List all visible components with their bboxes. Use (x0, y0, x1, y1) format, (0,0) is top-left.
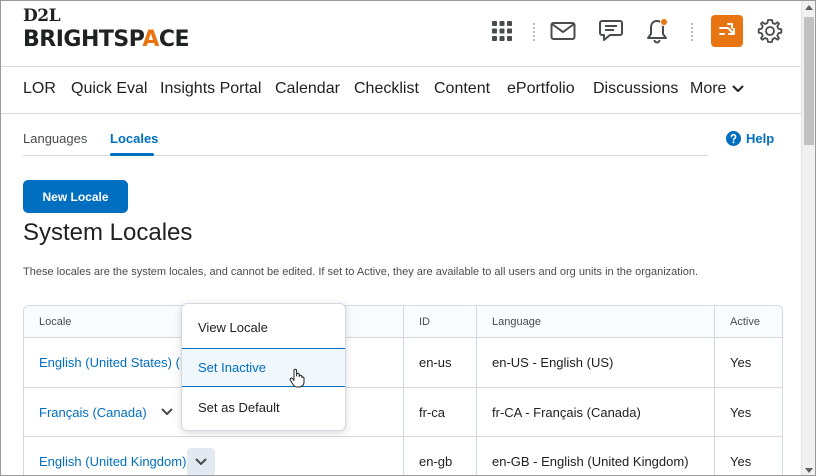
hand-cursor-icon (289, 368, 305, 388)
help-link[interactable]: Help (726, 131, 774, 146)
tab-list: Languages Locales (23, 114, 708, 156)
table-row-locale: English (United Kingdom) (24, 437, 404, 475)
nav-item-calendar[interactable]: Calendar (275, 80, 340, 98)
table-cell-language: en-GB - English (United Kingdom) (477, 437, 715, 475)
nav-item-content[interactable]: Content (434, 80, 490, 98)
locale-link[interactable]: English (United States) (D (39, 355, 189, 370)
bell-icon[interactable] (641, 15, 673, 47)
tab-languages[interactable]: Languages (23, 131, 87, 146)
grid-icon[interactable] (486, 15, 518, 47)
table-cell-id: en-us (404, 338, 477, 388)
nav-item-lor[interactable]: LOR (23, 80, 56, 98)
table-cell-id: en-gb (404, 437, 477, 475)
chat-icon[interactable] (594, 15, 626, 47)
help-icon (726, 131, 741, 146)
new-locale-button[interactable]: New Locale (23, 180, 128, 213)
help-label: Help (746, 131, 775, 146)
scroll-down-icon[interactable] (805, 468, 813, 473)
scroll-up-icon[interactable] (805, 5, 813, 10)
table-cell-active: Yes (715, 338, 782, 388)
column-header-id: ID (404, 306, 477, 338)
browser-frame: D2L BRIGHTSPACE LOR Quick Eval Insights … (0, 0, 816, 476)
switch-role-icon[interactable] (711, 15, 743, 47)
table-cell-language: en-US - English (US) (477, 338, 715, 388)
gear-icon[interactable] (754, 15, 786, 47)
header-separator (691, 23, 693, 41)
column-header-active: Active (715, 306, 782, 338)
locale-actions-button[interactable] (187, 447, 216, 475)
brightspace-logo[interactable]: D2L BRIGHTSPACE (23, 6, 190, 53)
page-scrollbar[interactable] (801, 1, 815, 475)
notification-dot (660, 18, 668, 26)
nav-item-discussions[interactable]: Discussions (593, 80, 678, 98)
minibar: D2L BRIGHTSPACE (1, 1, 801, 67)
nav-more-button[interactable]: More (690, 80, 744, 98)
menu-item-set-as-default[interactable]: Set as Default (182, 388, 345, 427)
scrollbar-thumb[interactable] (804, 17, 814, 145)
nav-item-checklist[interactable]: Checklist (354, 80, 419, 98)
menu-item-view-locale[interactable]: View Locale (182, 308, 345, 347)
logo-brightspace: BRIGHTSPACE (23, 27, 190, 52)
locale-link[interactable]: Français (Canada) (39, 405, 147, 420)
nav-item-insights-portal[interactable]: Insights Portal (160, 80, 261, 98)
table-cell-active: Yes (730, 454, 752, 469)
tab-active-indicator (110, 153, 154, 156)
table-cell-language: fr-CA - Français (Canada) (477, 388, 715, 437)
header-separator (533, 23, 535, 41)
locale-actions-button[interactable] (153, 398, 181, 426)
page-description: These locales are the system locales, an… (23, 266, 699, 278)
navbar: LOR Quick Eval Insights Portal Calendar … (1, 67, 801, 114)
nav-item-eportfolio[interactable]: ePortfolio (507, 80, 575, 98)
mail-icon[interactable] (547, 15, 579, 47)
menu-item-set-inactive[interactable]: Set Inactive (182, 348, 345, 388)
menu-item-label: Set Inactive (198, 360, 266, 375)
chevron-down-icon (732, 85, 744, 92)
chevron-down-icon (161, 408, 173, 415)
nav-more-label: More (690, 80, 727, 97)
locale-link[interactable]: English (United Kingdom) (39, 454, 186, 469)
tab-locales[interactable]: Locales (110, 131, 158, 146)
table-cell-id: fr-ca (404, 388, 477, 437)
locales-table: Locale ID Language Active English (Unite… (23, 305, 783, 475)
page-title: System Locales (23, 219, 193, 246)
column-header-language: Language (477, 306, 715, 338)
nav-item-quick-eval[interactable]: Quick Eval (71, 80, 147, 98)
table-cell-active: Yes (715, 388, 782, 437)
locale-actions-menu: View Locale Set Inactive Set as Default (181, 303, 346, 431)
chevron-down-icon (195, 458, 207, 465)
logo-d2l: D2L (23, 6, 61, 26)
